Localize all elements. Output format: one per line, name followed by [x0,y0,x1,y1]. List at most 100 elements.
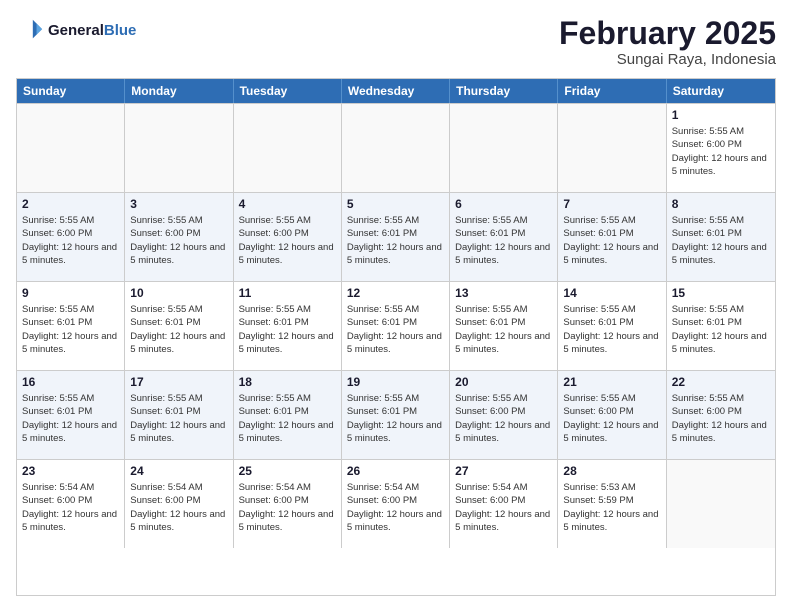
calendar-day-10: 10 Sunrise: 5:55 AMSunset: 6:01 PMDayligh… [125,282,233,370]
calendar-week-3: 9 Sunrise: 5:55 AMSunset: 6:01 PMDaylight… [17,281,775,370]
calendar-day-18: 18 Sunrise: 5:55 AMSunset: 6:01 PMDayligh… [234,371,342,459]
title-block: February 2025 Sungai Raya, Indonesia [559,16,776,68]
weekday-header-sunday: Sunday [17,79,125,103]
day-number: 11 [239,286,336,300]
day-number: 3 [130,197,227,211]
day-info: Sunrise: 5:55 AMSunset: 6:01 PMDaylight:… [672,214,770,267]
logo: GeneralBlue [16,16,136,44]
day-number: 17 [130,375,227,389]
calendar: SundayMondayTuesdayWednesdayThursdayFrid… [16,78,776,596]
day-number: 13 [455,286,552,300]
day-number: 24 [130,464,227,478]
calendar-day-9: 9 Sunrise: 5:55 AMSunset: 6:01 PMDaylight… [17,282,125,370]
weekday-header-friday: Friday [558,79,666,103]
day-number: 7 [563,197,660,211]
calendar-day-23: 23Sunrise: 5:54 AMSunset: 6:00 PMDayligh… [17,460,125,548]
calendar-header: SundayMondayTuesdayWednesdayThursdayFrid… [17,79,775,103]
day-info: Sunrise: 5:55 AMSunset: 6:01 PMDaylight:… [347,214,444,267]
day-number: 9 [22,286,119,300]
logo-icon [16,16,44,44]
calendar-empty-cell [125,104,233,192]
day-info: Sunrise: 5:54 AMSunset: 6:00 PMDaylight:… [239,481,336,534]
calendar-day-12: 12 Sunrise: 5:55 AMSunset: 6:01 PMDayligh… [342,282,450,370]
calendar-day-24: 24 Sunrise: 5:54 AMSunset: 6:00 PMDayligh… [125,460,233,548]
calendar-day-4: 4Sunrise: 5:55 AMSunset: 6:00 PMDaylight… [234,193,342,281]
header: GeneralBlue February 2025 Sungai Raya, I… [16,16,776,68]
day-number: 19 [347,375,444,389]
day-info: Sunrise: 5:55 AMSunset: 6:00 PMDaylight:… [130,214,227,267]
weekday-header-thursday: Thursday [450,79,558,103]
day-number: 1 [672,108,770,122]
weekday-header-wednesday: Wednesday [342,79,450,103]
calendar-day-5: 5Sunrise: 5:55 AMSunset: 6:01 PMDaylight… [342,193,450,281]
day-info: Sunrise: 5:54 AMSunset: 6:00 PMDaylight:… [455,481,552,534]
calendar-day-13: 13 Sunrise: 5:55 AMSunset: 6:01 PMDayligh… [450,282,558,370]
day-info: Sunrise: 5:55 AMSunset: 6:01 PMDaylight:… [563,214,660,267]
day-info: Sunrise: 5:55 AMSunset: 6:01 PMDaylight:… [455,303,552,356]
day-info: Sunrise: 5:55 AMSunset: 6:01 PMDaylight:… [455,214,552,267]
calendar-day-28: 28 Sunrise: 5:53 AMSunset: 5:59 PMDayligh… [558,460,666,548]
calendar-empty-cell [342,104,450,192]
calendar-week-2: 2 Sunrise: 5:55 AMSunset: 6:00 PMDaylight… [17,192,775,281]
calendar-day-27: 27 Sunrise: 5:54 AMSunset: 6:00 PMDayligh… [450,460,558,548]
calendar-day-15: 15 Sunrise: 5:55 AMSunset: 6:01 PMDayligh… [667,282,775,370]
day-number: 23 [22,464,119,478]
day-info: Sunrise: 5:55 AMSunset: 6:01 PMDaylight:… [563,303,660,356]
calendar-day-3: 3 Sunrise: 5:55 AMSunset: 6:00 PMDaylight… [125,193,233,281]
day-number: 2 [22,197,119,211]
calendar-day-19: 19 Sunrise: 5:55 AMSunset: 6:01 PMDayligh… [342,371,450,459]
weekday-header-monday: Monday [125,79,233,103]
day-info: Sunrise: 5:55 AMSunset: 6:00 PMDaylight:… [672,392,770,445]
day-number: 25 [239,464,336,478]
calendar-day-20: 20 Sunrise: 5:55 AMSunset: 6:00 PMDayligh… [450,371,558,459]
calendar-empty-cell [667,460,775,548]
calendar-week-4: 16 Sunrise: 5:55 AMSunset: 6:01 PMDayligh… [17,370,775,459]
calendar-day-22: 22Sunrise: 5:55 AMSunset: 6:00 PMDayligh… [667,371,775,459]
day-number: 18 [239,375,336,389]
day-number: 16 [22,375,119,389]
day-info: Sunrise: 5:55 AMSunset: 6:01 PMDaylight:… [130,303,227,356]
calendar-empty-cell [558,104,666,192]
day-info: Sunrise: 5:55 AMSunset: 6:00 PMDaylight:… [455,392,552,445]
subtitle: Sungai Raya, Indonesia [559,51,776,68]
calendar-empty-cell [450,104,558,192]
day-number: 8 [672,197,770,211]
page: GeneralBlue February 2025 Sungai Raya, I… [0,0,792,612]
calendar-day-2: 2 Sunrise: 5:55 AMSunset: 6:00 PMDaylight… [17,193,125,281]
calendar-day-6: 6 Sunrise: 5:55 AMSunset: 6:01 PMDaylight… [450,193,558,281]
calendar-day-25: 25 Sunrise: 5:54 AMSunset: 6:00 PMDayligh… [234,460,342,548]
calendar-day-16: 16Sunrise: 5:55 AMSunset: 6:01 PMDayligh… [17,371,125,459]
calendar-day-14: 14 Sunrise: 5:55 AMSunset: 6:01 PMDayligh… [558,282,666,370]
calendar-day-11: 11 Sunrise: 5:55 AMSunset: 6:01 PMDayligh… [234,282,342,370]
day-number: 15 [672,286,770,300]
day-number: 10 [130,286,227,300]
day-info: Sunrise: 5:55 AMSunset: 6:00 PMDaylight:… [563,392,660,445]
calendar-empty-cell [234,104,342,192]
day-number: 26 [347,464,444,478]
day-info: Sunrise: 5:55 AMSunset: 6:01 PMDaylight:… [347,303,444,356]
day-number: 6 [455,197,552,211]
day-info: Sunrise: 5:55 AMSunset: 6:00 PMDaylight:… [672,125,770,178]
day-info: Sunrise: 5:55 AMSunset: 6:01 PMDaylight:… [347,392,444,445]
day-info: Sunrise: 5:55 AMSunset: 6:01 PMDaylight:… [672,303,770,356]
day-number: 12 [347,286,444,300]
logo-text: GeneralBlue [48,22,136,39]
calendar-day-8: 8 Sunrise: 5:55 AMSunset: 6:01 PMDaylight… [667,193,775,281]
day-info: Sunrise: 5:55 AMSunset: 6:00 PMDaylight:… [22,214,119,267]
day-info: Sunrise: 5:54 AMSunset: 6:00 PMDaylight:… [347,481,444,534]
day-info: Sunrise: 5:55 AMSunset: 6:01 PMDaylight:… [239,303,336,356]
calendar-body: 1 Sunrise: 5:55 AMSunset: 6:00 PMDaylight… [17,103,775,548]
day-info: Sunrise: 5:55 AMSunset: 6:01 PMDaylight:… [130,392,227,445]
day-number: 20 [455,375,552,389]
calendar-empty-cell [17,104,125,192]
day-info: Sunrise: 5:54 AMSunset: 6:00 PMDaylight:… [130,481,227,534]
day-number: 28 [563,464,660,478]
day-number: 21 [563,375,660,389]
day-number: 14 [563,286,660,300]
day-info: Sunrise: 5:53 AMSunset: 5:59 PMDaylight:… [563,481,660,534]
day-info: Sunrise: 5:55 AMSunset: 6:01 PMDaylight:… [239,392,336,445]
calendar-week-5: 23 Sunrise: 5:54 AMSunset: 6:00 PMDayligh… [17,459,775,548]
day-info: Sunrise: 5:55 AMSunset: 6:01 PMDaylight:… [22,303,119,356]
day-number: 27 [455,464,552,478]
calendar-day-26: 26 Sunrise: 5:54 AMSunset: 6:00 PMDayligh… [342,460,450,548]
